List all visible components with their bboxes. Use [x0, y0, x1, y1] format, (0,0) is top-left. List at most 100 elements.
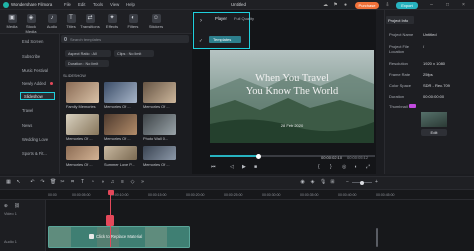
purchase-button[interactable]: Purchase [355, 1, 379, 9]
info-label: Duration [389, 94, 405, 99]
notification-icon[interactable]: ⚑ [332, 2, 339, 9]
layout-icon[interactable]: ▦ [6, 180, 11, 185]
tab-filters[interactable]: ◐ Filters [123, 12, 143, 34]
template-thumbnail[interactable] [143, 82, 176, 103]
volume-icon[interactable]: ◖ [354, 164, 357, 170]
filmora-window: Wondershare Filmora File Edit Tools View… [0, 0, 474, 251]
quality-dropdown[interactable]: Full Quality [234, 16, 254, 21]
zoom-slider-knob[interactable] [360, 180, 364, 185]
close-icon[interactable]: × [460, 2, 467, 9]
edit-thumbnail-button[interactable]: Edit [421, 129, 447, 136]
search-icon [63, 37, 67, 41]
template-label: Memories Of ... [104, 104, 131, 109]
render-icon[interactable]: ◉ [300, 180, 305, 185]
ruler-tick: 00:00:25:00 [224, 193, 243, 197]
tab-stickers[interactable]: ☺ Stickers [146, 12, 166, 34]
playhead-marker[interactable] [106, 215, 114, 226]
tab-audio[interactable]: ♪ Audio [42, 12, 62, 34]
category-end-screen[interactable]: End Screen [22, 39, 43, 44]
adjust-icon[interactable]: ≡ [120, 180, 125, 185]
snap-icon[interactable]: ⊞ [330, 180, 335, 185]
audio-tool-icon[interactable]: ♫ [110, 180, 115, 185]
fullscreen-icon[interactable]: ⤢ [366, 164, 370, 170]
cloud-icon[interactable]: ☁ [322, 2, 329, 9]
template-thumbnail[interactable] [143, 146, 176, 160]
chevron-right-icon[interactable]: › [200, 18, 202, 24]
marker-icon[interactable]: ◈ [310, 180, 315, 185]
stop-icon[interactable]: ■ [254, 164, 257, 170]
mark-out-icon[interactable]: } [330, 164, 332, 170]
delete-icon[interactable]: 🗑 [50, 180, 56, 185]
play-icon[interactable]: ▶ [242, 164, 246, 170]
undo-icon[interactable]: ↶ [30, 180, 35, 185]
crop-icon[interactable]: ⌗ [70, 180, 75, 185]
player-tab[interactable]: Player [215, 16, 227, 21]
templates-option[interactable]: Templates [209, 36, 241, 43]
previous-frame-icon[interactable]: ◁ [230, 164, 234, 170]
keyframe-icon[interactable]: ◇ [130, 180, 135, 185]
video-preview[interactable]: When You Travel You Know The World 28 Fe… [210, 50, 374, 143]
more-icon[interactable]: » [140, 180, 145, 185]
tab-project-info[interactable]: Project Info [386, 16, 414, 24]
playback-scrubber[interactable] [256, 153, 261, 159]
timeline-scrollbar[interactable] [376, 228, 378, 247]
category-newly-added[interactable]: Newly Added [22, 81, 46, 86]
zoom-out-icon[interactable]: − [345, 180, 350, 185]
category-wedding-love[interactable]: Wedding Love [22, 137, 48, 142]
video-date: 28 Feb 2020 [280, 123, 304, 128]
stock-media-icon: ◈ [26, 14, 36, 23]
menu-edit[interactable]: Edit [78, 2, 85, 7]
redo-icon[interactable]: ↷ [40, 180, 45, 185]
select-icon[interactable]: ↖ [16, 180, 21, 185]
tab-transitions[interactable]: ⇄ Transitions [80, 12, 100, 34]
section-label: SLIDESHOW [63, 74, 86, 78]
category-sports[interactable]: Sports & Fit... [22, 151, 47, 156]
export-button[interactable]: Export [396, 1, 418, 9]
playhead-handle[interactable] [107, 190, 114, 195]
category-travel[interactable]: Travel [22, 108, 33, 113]
ruler-tick: 00:00:20:00 [186, 193, 205, 197]
category-news[interactable]: News [22, 123, 32, 128]
aspect-ratio-filter[interactable]: Aspect Ratio : All [65, 50, 111, 57]
text-icon[interactable]: T [80, 180, 85, 185]
download-icon[interactable]: ⇩ [384, 2, 391, 9]
search-input[interactable]: Search templates [61, 35, 189, 43]
clips-filter[interactable]: Clips : No limit [114, 50, 154, 57]
tab-effects[interactable]: ✦ Effects [102, 12, 122, 34]
tab-media[interactable]: ▣ Media [2, 12, 22, 34]
tab-titles[interactable]: T Titles [61, 12, 81, 34]
menu-tools[interactable]: Tools [93, 2, 103, 7]
zoom-in-icon[interactable]: + [374, 180, 379, 185]
speed-icon[interactable]: ◔ [90, 180, 95, 185]
menu-view[interactable]: View [110, 2, 119, 7]
tab-stock-media[interactable]: ◈ Stock Media [21, 12, 41, 34]
maximize-icon[interactable]: □ [444, 2, 451, 9]
template-thumbnail[interactable] [66, 82, 99, 103]
category-subscribe[interactable]: Subscribe [22, 54, 40, 59]
template-thumbnail[interactable] [66, 114, 99, 135]
menu-file[interactable]: File [64, 2, 71, 7]
transitions-icon: ⇄ [85, 14, 95, 23]
color-icon[interactable]: ◑ [100, 180, 105, 185]
template-thumbnail[interactable] [143, 114, 176, 135]
category-music-festival[interactable]: Music Festival [22, 68, 48, 73]
rewind-icon[interactable]: ⏮ [211, 164, 216, 170]
split-icon[interactable]: ✂ [60, 180, 65, 185]
template-label: Memories Of ... [104, 136, 131, 141]
category-slideshow[interactable]: Slideshow [20, 92, 55, 100]
template-thumbnail[interactable] [104, 114, 137, 135]
track-label: Video 1 [4, 212, 17, 216]
link-icon[interactable]: ⛓ [14, 203, 20, 209]
snapshot-icon[interactable]: ◎ [342, 164, 346, 170]
ruler-tick: 00:00:45:00 [376, 193, 395, 197]
account-icon[interactable]: ● [342, 2, 349, 9]
voiceover-icon[interactable]: 🎙 [320, 180, 326, 185]
minimize-icon[interactable]: – [428, 2, 435, 9]
menu-help[interactable]: Help [126, 2, 135, 7]
template-thumbnail[interactable] [66, 146, 99, 160]
add-track-icon[interactable]: ⊕ [4, 203, 8, 209]
template-thumbnail[interactable] [104, 146, 137, 160]
mark-in-icon[interactable]: { [318, 164, 320, 170]
duration-filter[interactable]: Duration : No limit [65, 60, 109, 67]
template-thumbnail[interactable] [104, 82, 137, 103]
